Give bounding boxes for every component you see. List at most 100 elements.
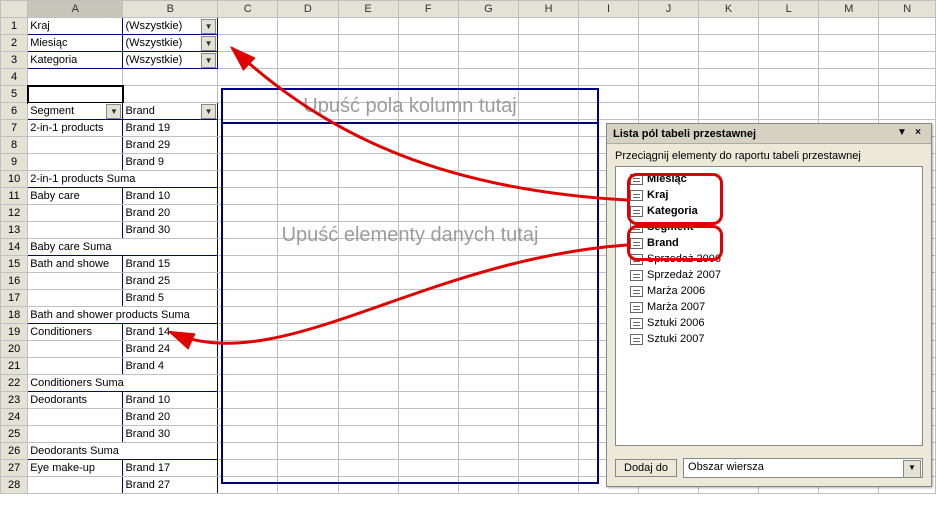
cell-H25[interactable] [518, 426, 578, 443]
cell-F11[interactable] [398, 188, 458, 205]
cell-C15[interactable] [218, 256, 278, 273]
cell-F1[interactable] [398, 18, 458, 35]
cell-G22[interactable] [458, 375, 518, 392]
cell-D8[interactable] [278, 137, 338, 154]
cell-A2[interactable]: Miesiąc [28, 35, 123, 52]
cell-J2[interactable] [638, 35, 698, 52]
cell-E21[interactable] [338, 358, 398, 375]
cell-C7[interactable] [218, 120, 278, 137]
field-item[interactable]: Sprzedaż 2006 [628, 251, 918, 267]
cell-E2[interactable] [338, 35, 398, 52]
filter-dropdown[interactable]: (Wszystkie) [123, 18, 218, 35]
cell-D2[interactable] [278, 35, 338, 52]
cell-H20[interactable] [518, 341, 578, 358]
fieldlist-body[interactable]: MiesiącKrajKategoriaSegmentBrandSprzedaż… [615, 166, 923, 446]
cell-A9[interactable] [28, 154, 123, 171]
cell-G8[interactable] [458, 137, 518, 154]
cell-B7[interactable]: Brand 19 [123, 120, 218, 137]
row-header[interactable]: 8 [1, 137, 28, 154]
cell-D25[interactable] [278, 426, 338, 443]
col-header-I[interactable]: I [579, 1, 639, 18]
cell-E7[interactable] [338, 120, 398, 137]
cell-H1[interactable] [518, 18, 578, 35]
col-header-C[interactable]: C [218, 1, 278, 18]
cell-C26[interactable] [218, 443, 278, 460]
cell-C23[interactable] [218, 392, 278, 409]
cell-D5[interactable] [278, 86, 338, 103]
cell-B27[interactable]: Brand 17 [123, 460, 218, 477]
cell-C12[interactable] [218, 205, 278, 222]
cell-C9[interactable] [218, 154, 278, 171]
close-icon[interactable]: × [911, 127, 925, 140]
cell-A3[interactable]: Kategoria [28, 52, 123, 69]
cell-D26[interactable] [278, 443, 338, 460]
cell-B12[interactable]: Brand 20 [123, 205, 218, 222]
cell-F6[interactable] [398, 103, 458, 120]
cell-L6[interactable] [759, 103, 819, 120]
cell-D22[interactable] [278, 375, 338, 392]
row-header[interactable]: 13 [1, 222, 28, 239]
cell-B15[interactable]: Brand 15 [123, 256, 218, 273]
cell-B24[interactable]: Brand 20 [123, 409, 218, 426]
cell-E15[interactable] [338, 256, 398, 273]
select-all-corner[interactable] [1, 1, 28, 18]
cell-G3[interactable] [458, 52, 518, 69]
cell-I3[interactable] [579, 52, 639, 69]
cell-B25[interactable]: Brand 30 [123, 426, 218, 443]
pivot-row-field-brand[interactable]: Brand [123, 103, 218, 120]
cell-C21[interactable] [218, 358, 278, 375]
cell-C25[interactable] [218, 426, 278, 443]
cell-H16[interactable] [518, 273, 578, 290]
cell-N1[interactable] [879, 18, 936, 35]
cell-F14[interactable] [398, 239, 458, 256]
row-header[interactable]: 28 [1, 477, 28, 494]
col-header-B[interactable]: B [123, 1, 218, 18]
field-item[interactable]: Brand [628, 235, 918, 251]
cell-L1[interactable] [759, 18, 819, 35]
cell-K4[interactable] [698, 69, 758, 86]
cell-B9[interactable]: Brand 9 [123, 154, 218, 171]
cell-E22[interactable] [338, 375, 398, 392]
cell-D18[interactable] [278, 307, 338, 324]
col-header-H[interactable]: H [518, 1, 578, 18]
cell-B5[interactable] [123, 86, 218, 103]
field-item[interactable]: Sztuki 2006 [628, 315, 918, 331]
cell-M3[interactable] [819, 52, 879, 69]
row-header[interactable]: 15 [1, 256, 28, 273]
cell-E8[interactable] [338, 137, 398, 154]
cell-N6[interactable] [879, 103, 936, 120]
cell-F4[interactable] [398, 69, 458, 86]
row-header[interactable]: 3 [1, 52, 28, 69]
col-header-L[interactable]: L [759, 1, 819, 18]
cell-C20[interactable] [218, 341, 278, 358]
cell-A23[interactable]: Deodorants [28, 392, 123, 409]
cell-G16[interactable] [458, 273, 518, 290]
cell-L2[interactable] [759, 35, 819, 52]
cell-E25[interactable] [338, 426, 398, 443]
cell-K3[interactable] [698, 52, 758, 69]
cell-M1[interactable] [819, 18, 879, 35]
cell-B17[interactable]: Brand 5 [123, 290, 218, 307]
cell-C19[interactable] [218, 324, 278, 341]
cell-G2[interactable] [458, 35, 518, 52]
cell-B19[interactable]: Brand 14 [123, 324, 218, 341]
row-header[interactable]: 12 [1, 205, 28, 222]
add-to-button[interactable]: Dodaj do [615, 459, 677, 477]
cell-N4[interactable] [879, 69, 936, 86]
cell-B11[interactable]: Brand 10 [123, 188, 218, 205]
cell-J5[interactable] [638, 86, 698, 103]
col-header-E[interactable]: E [338, 1, 398, 18]
row-header[interactable]: 18 [1, 307, 28, 324]
col-header-F[interactable]: F [398, 1, 458, 18]
cell-A18[interactable]: Bath and shower products Suma [28, 307, 218, 324]
cell-F22[interactable] [398, 375, 458, 392]
cell-F7[interactable] [398, 120, 458, 137]
cell-K1[interactable] [698, 18, 758, 35]
col-header-A[interactable]: A [28, 1, 123, 18]
cell-C10[interactable] [218, 171, 278, 188]
cell-D9[interactable] [278, 154, 338, 171]
cell-E23[interactable] [338, 392, 398, 409]
cell-E19[interactable] [338, 324, 398, 341]
cell-D11[interactable] [278, 188, 338, 205]
cell-J1[interactable] [638, 18, 698, 35]
